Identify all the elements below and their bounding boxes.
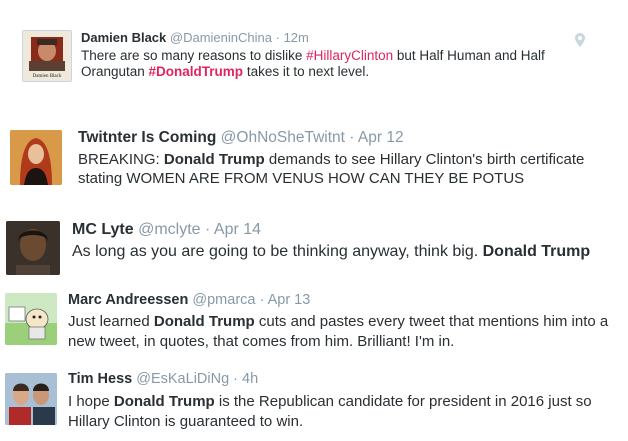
hashtag-link[interactable]: #DonaldTrump xyxy=(149,64,244,79)
text-segment: There are so many reasons to dislike xyxy=(81,48,307,63)
tweet-header: Tim Hess @EsKaLiDiNg · 4h xyxy=(68,371,258,387)
avatar[interactable] xyxy=(10,130,62,185)
user-handle[interactable]: @pmarca xyxy=(192,292,255,308)
avatar[interactable] xyxy=(5,293,57,345)
search-term-highlight: Donald Trump xyxy=(482,243,591,260)
tweet-text: There are so many reasons to dislike #Hi… xyxy=(81,48,581,80)
avatar-photo-icon xyxy=(6,221,60,275)
user-name[interactable]: Damien Black xyxy=(81,30,166,45)
tweet-header: Twitnter Is Coming @OhNoSheTwitnt · Apr … xyxy=(78,129,404,147)
timestamp[interactable]: Apr 14 xyxy=(214,221,261,238)
user-handle[interactable]: @DamieninChina xyxy=(170,30,272,45)
avatar[interactable]: Damien Black xyxy=(22,30,72,82)
user-name[interactable]: Twitnter Is Coming xyxy=(78,129,216,146)
user-handle[interactable]: @mclyte xyxy=(138,221,200,238)
tweet-header: Damien Black @DamieninChina · 12m xyxy=(81,30,309,45)
timestamp[interactable]: 12m xyxy=(284,30,309,45)
avatar[interactable] xyxy=(5,373,57,425)
avatar-photo-icon xyxy=(5,373,57,425)
search-term-highlight: Donald Trump xyxy=(163,151,265,168)
text-segment: Just learned xyxy=(68,313,154,330)
text-segment: As long as you are going to be thinking … xyxy=(72,243,483,260)
separator-dot: · xyxy=(275,30,280,45)
separator-dot: · xyxy=(259,292,265,308)
avatar[interactable] xyxy=(6,221,60,275)
user-handle[interactable]: @EsKaLiDiNg xyxy=(136,371,229,387)
timestamp[interactable]: 4h xyxy=(242,371,258,387)
tweet-header: MC Lyte @mclyte · Apr 14 xyxy=(72,221,261,239)
user-name[interactable]: Tim Hess xyxy=(68,371,132,387)
tweet-text: BREAKING: Donald Trump demands to see Hi… xyxy=(78,150,623,188)
search-term-highlight: Donald Trump xyxy=(113,393,215,410)
text-segment: BREAKING: xyxy=(78,151,164,168)
timestamp[interactable]: Apr 13 xyxy=(268,292,311,308)
search-term-highlight: Donald Trump xyxy=(153,313,255,330)
avatar-photo-icon: Damien Black xyxy=(23,31,71,81)
tweet-text: Just learned Donald Trump cuts and paste… xyxy=(68,312,624,351)
user-name[interactable]: MC Lyte xyxy=(72,221,134,238)
avatar-photo-icon xyxy=(10,130,62,185)
user-handle[interactable]: @OhNoSheTwitnt xyxy=(221,129,345,146)
hashtag-link[interactable]: #HillaryClinton xyxy=(306,48,393,63)
tweet-text: As long as you are going to be thinking … xyxy=(72,243,627,262)
text-segment: takes it to next level. xyxy=(243,63,370,79)
map-pin-icon[interactable] xyxy=(575,33,585,52)
avatar-caption: Damien Black xyxy=(33,74,62,79)
text-segment: I hope xyxy=(68,393,114,410)
separator-dot: · xyxy=(205,221,211,238)
tweet-header: Marc Andreessen @pmarca · Apr 13 xyxy=(68,292,310,308)
timestamp[interactable]: Apr 12 xyxy=(358,129,404,146)
tweet-text: I hope Donald Trump is the Republican ca… xyxy=(68,392,624,431)
separator-dot: · xyxy=(233,371,239,387)
separator-dot: · xyxy=(349,129,355,146)
avatar-cartoon-icon xyxy=(5,293,57,345)
user-name[interactable]: Marc Andreessen xyxy=(68,292,188,308)
